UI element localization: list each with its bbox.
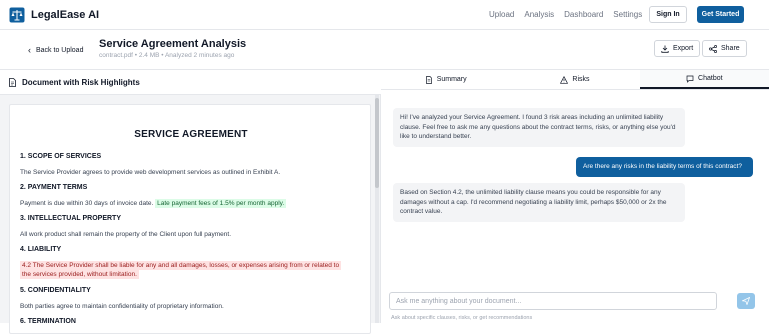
tab-bar: Summary Risks Chatbot: [381, 70, 769, 90]
section-text: 4.2 The Service Provider shall be liable…: [20, 261, 365, 279]
section-heading: 2. PAYMENT TERMS: [20, 184, 88, 191]
tab-risks[interactable]: Risks: [510, 70, 639, 89]
section-text: Both parties agree to maintain confident…: [20, 303, 224, 310]
document-panel-title: Document with Risk Highlights: [22, 77, 140, 87]
payment-text: Payment is due within 30 days of invoice…: [20, 200, 154, 207]
export-button[interactable]: Export: [654, 40, 701, 57]
scrollbar-thumb[interactable]: [375, 98, 379, 188]
assistant-panel: Summary Risks Chatbot Hi! I've analyzed …: [381, 70, 769, 323]
back-label: Back to Upload: [36, 46, 84, 54]
document-icon: [425, 75, 432, 84]
send-icon: [742, 297, 750, 305]
section-heading: 5. CONFIDENTIALITY: [20, 287, 91, 294]
chat-bubble-icon: [686, 75, 694, 83]
document-panel-header: Document with Risk Highlights: [0, 70, 381, 95]
highlight-high-risk[interactable]: the services provided, without limitatio…: [20, 270, 139, 279]
download-icon: [661, 45, 669, 53]
nav-link-upload[interactable]: Upload: [489, 10, 514, 19]
tab-summary[interactable]: Summary: [381, 70, 510, 89]
share-button[interactable]: Share: [702, 40, 747, 57]
analysis-header: ‹ Back to Upload Service Agreement Analy…: [0, 30, 769, 70]
document-title: SERVICE AGREEMENT: [134, 129, 248, 140]
document-icon: [9, 77, 16, 87]
scales-icon: [9, 7, 25, 23]
nav-links: Upload Analysis Dashboard Settings: [489, 10, 642, 19]
section-heading: 6. TERMINATION: [20, 318, 76, 325]
get-started-button[interactable]: Get Started: [697, 6, 744, 23]
sign-in-button[interactable]: Sign In: [649, 6, 687, 23]
tab-chatbot-label: Chatbot: [698, 75, 723, 82]
section-heading: 1. SCOPE OF SERVICES: [20, 153, 102, 160]
section-heading: 3. INTELLECTUAL PROPERTY: [20, 215, 121, 222]
section-text: All work product shall remain the proper…: [20, 231, 231, 238]
chat-message-bot: Based on Section 4.2, the unlimited liab…: [393, 183, 685, 222]
document-panel: Document with Risk Highlights SERVICE AG…: [0, 70, 381, 334]
page-title: Service Agreement Analysis: [99, 38, 247, 50]
send-button[interactable]: [737, 293, 755, 309]
export-label: Export: [673, 45, 694, 52]
chat-input[interactable]: Ask me anything about your document...: [389, 292, 717, 310]
section-text: Payment is due within 30 days of invoice…: [20, 199, 365, 208]
brand-name: LegalEase AI: [31, 9, 100, 21]
title-block: Service Agreement Analysis contract.pdf …: [99, 38, 246, 59]
section-text: The Service Provider agrees to provide w…: [20, 169, 281, 176]
chat-message-bot: Hi! I've analyzed your Service Agreement…: [393, 108, 685, 147]
chat-message-user: Are there any risks in the liability ter…: [576, 157, 753, 177]
file-meta: contract.pdf • 2.4 MB • Analyzed 2 minut…: [99, 52, 235, 59]
nav-link-analysis[interactable]: Analysis: [524, 10, 554, 19]
nav-link-dashboard[interactable]: Dashboard: [564, 10, 603, 19]
document-page: SERVICE AGREEMENT 1. SCOPE OF SERVICES T…: [9, 104, 371, 334]
highlight-high-risk[interactable]: 4.2 The Service Provider shall be liable…: [20, 261, 342, 270]
tab-risks-label: Risks: [572, 76, 590, 83]
brand[interactable]: LegalEase AI: [9, 7, 99, 23]
top-nav: LegalEase AI Upload Analysis Dashboard S…: [0, 0, 769, 30]
share-label: Share: [721, 45, 740, 52]
nav-link-settings[interactable]: Settings: [613, 10, 642, 19]
back-to-upload-button[interactable]: ‹ Back to Upload: [28, 45, 83, 55]
share-icon: [709, 44, 717, 53]
warning-icon: [560, 75, 569, 84]
chat-hint: Ask about specific clauses, risks, or ge…: [391, 315, 533, 321]
section-heading: 4. LIABILITY: [20, 246, 62, 253]
tab-chatbot[interactable]: Chatbot: [639, 70, 769, 89]
highlight-low-risk[interactable]: Late payment fees of 1.5% per month appl…: [155, 199, 287, 208]
tab-summary-label: Summary: [436, 76, 467, 83]
arrow-left-icon: ‹: [28, 45, 31, 55]
